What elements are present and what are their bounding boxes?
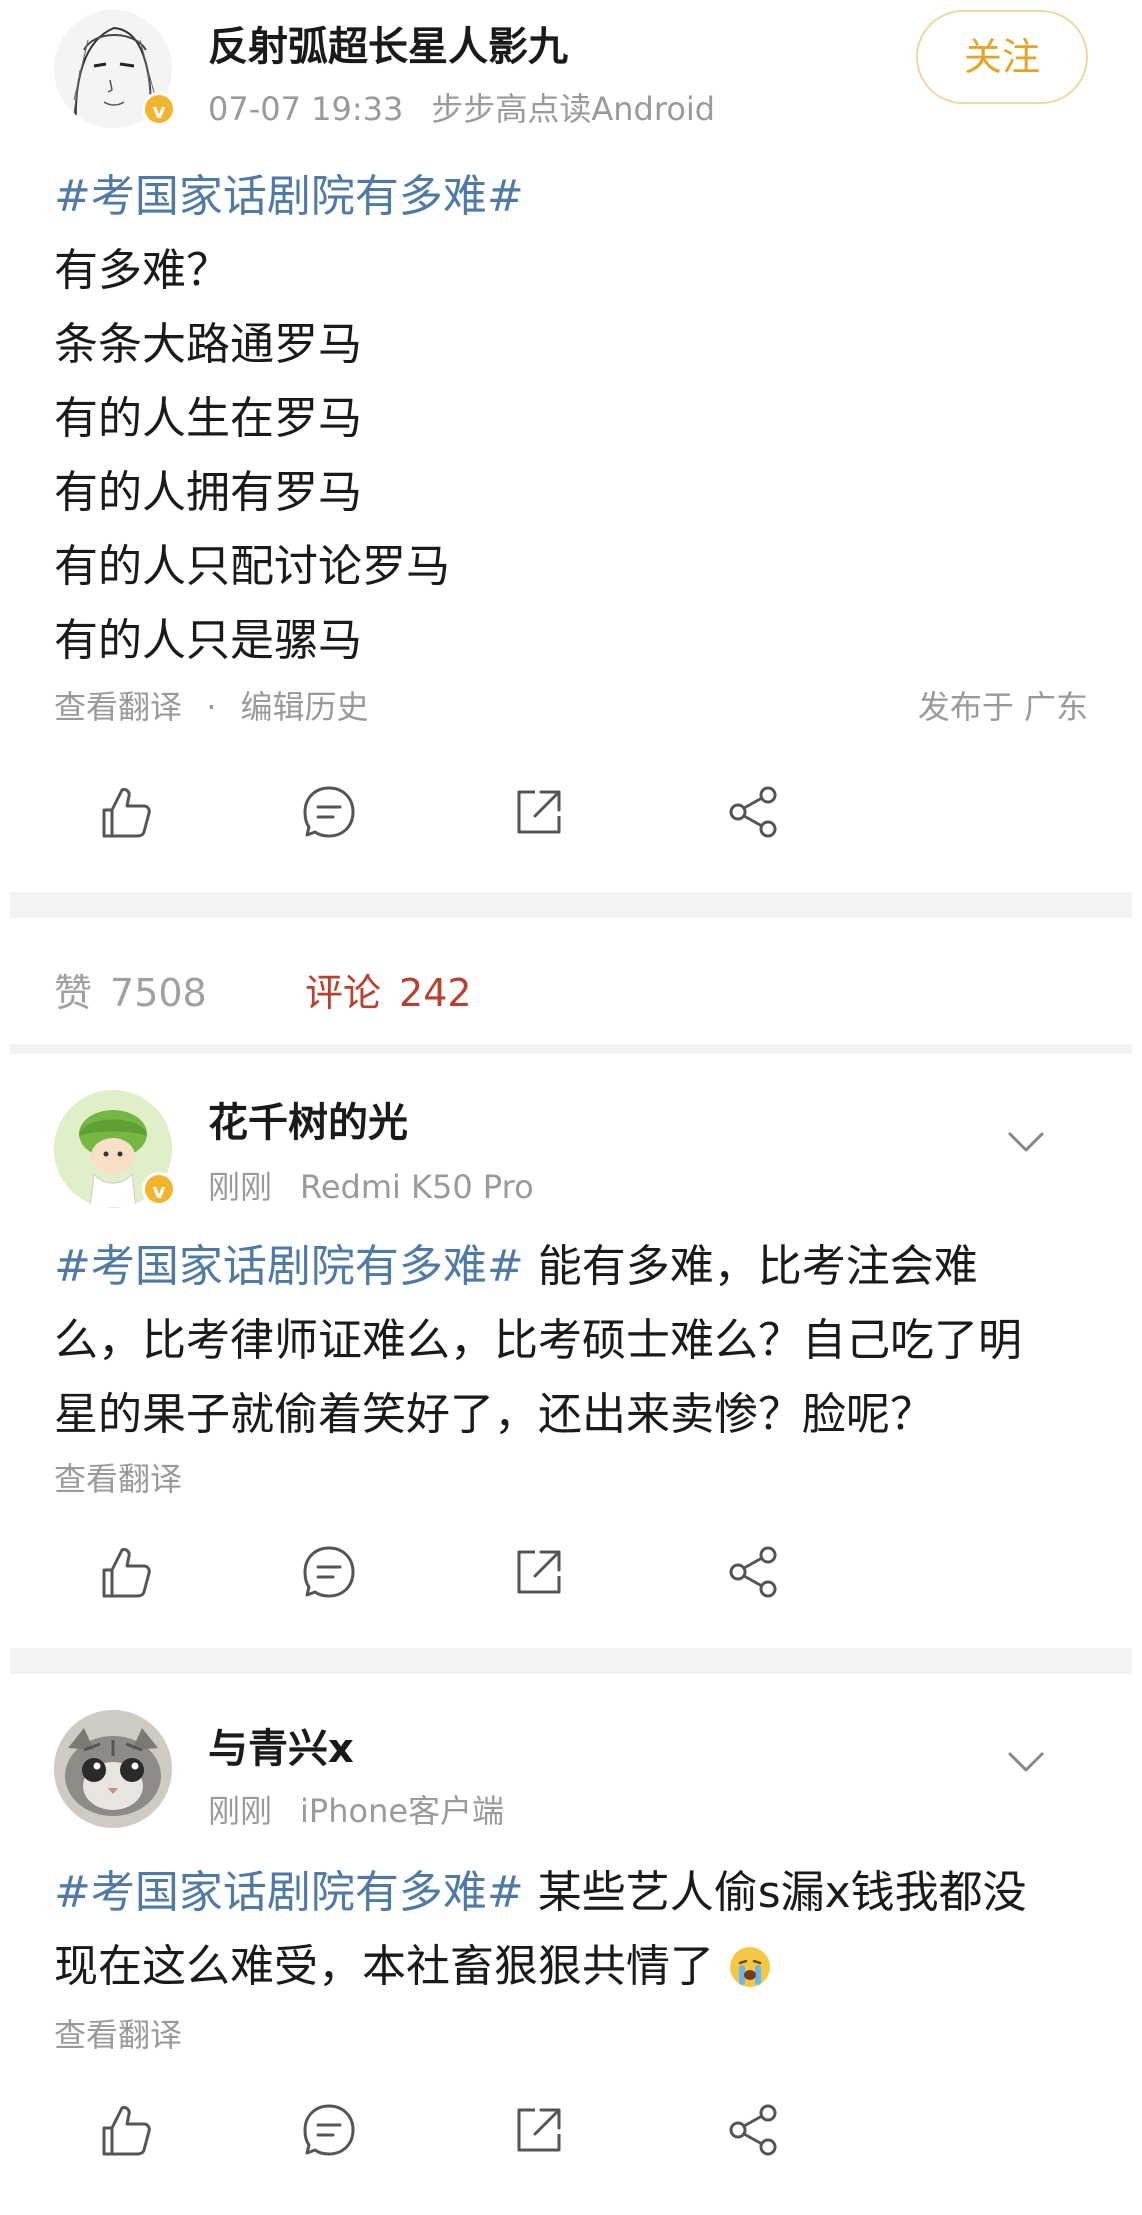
like-icon[interactable]	[94, 1542, 154, 1602]
section-divider	[10, 1044, 1132, 1054]
post-meta: 07-07 19:33 步步高点读Android	[208, 84, 715, 130]
share-icon[interactable]	[724, 782, 784, 842]
chevron-down-icon[interactable]	[1004, 1740, 1048, 1784]
post-line: 条条大路通罗马	[54, 319, 362, 370]
repost-icon[interactable]	[509, 782, 569, 842]
post-footer: 查看翻译 · 编辑历史 发布于 广东	[54, 682, 1088, 742]
comment-hashtag[interactable]: #考国家话剧院有多难#	[54, 1867, 524, 1918]
comment-card: 与青兴x 刚刚 iPhone客户端 #考国家话剧院有多难# 某些艺人偷s漏x钱我都…	[0, 1700, 1142, 2056]
comment-actions	[54, 1500, 1088, 1648]
share-icon[interactable]	[724, 1542, 784, 1602]
comment-icon[interactable]	[299, 2100, 359, 2160]
comment-username[interactable]: 与青兴x	[208, 1716, 354, 1774]
post-time: 07-07 19:33	[208, 90, 404, 128]
post-content: #考国家话剧院有多难# 有多难？ 条条大路通罗马 有的人生在罗马 有的人拥有罗马…	[54, 160, 1088, 678]
comment-text-line: 星的果子就偷着笑好了，还出来卖惨？脸呢？	[54, 1389, 934, 1440]
post-source: 步步高点读Android	[431, 90, 716, 128]
main-post: v 反射弧超长星人影九 07-07 19:33 步步高点读Android 关注 #…	[0, 0, 1142, 742]
post-line: 有的人生在罗马	[54, 393, 362, 444]
post-line: 有的人只配讨论罗马	[54, 541, 450, 592]
comment-username[interactable]: 花千树的光	[208, 1090, 408, 1148]
post-line: 有的人拥有罗马	[54, 467, 362, 518]
comment-icon[interactable]	[299, 782, 359, 842]
likes-label: 赞	[54, 971, 93, 1015]
comments-count: 242	[399, 971, 472, 1015]
likes-tab[interactable]: 赞 7508	[54, 962, 207, 1017]
comment-meta: 刚刚 Redmi K50 Pro	[208, 1162, 534, 1208]
post-header: v 反射弧超长星人影九 07-07 19:33 步步高点读Android 关注	[54, 0, 1088, 140]
post-username[interactable]: 反射弧超长星人影九	[208, 14, 568, 72]
section-divider	[10, 1648, 1132, 1674]
comment-time: 刚刚	[208, 1168, 273, 1206]
likes-count: 7508	[110, 971, 207, 1015]
edit-history-link[interactable]: 编辑历史	[241, 688, 369, 726]
comment-header: v 花千树的光 刚刚 Redmi K50 Pro	[54, 1080, 1088, 1230]
comment-text-line: 么，比考律师证难么，比考硕士难么？自己吃了明	[54, 1315, 1022, 1366]
comment-header: 与青兴x 刚刚 iPhone客户端	[54, 1700, 1088, 1856]
post-actions	[54, 742, 1088, 892]
comments-tab[interactable]: 评论 242	[305, 962, 472, 1017]
share-icon[interactable]	[724, 2100, 784, 2160]
like-icon[interactable]	[94, 782, 154, 842]
comment-text-part: 能有多难，比考注会难	[523, 1241, 978, 1292]
repost-icon[interactable]	[509, 1542, 569, 1602]
comment-hashtag[interactable]: #考国家话剧院有多难#	[54, 1241, 524, 1292]
post-line: 有的人只是骡马	[54, 615, 362, 666]
comment-actions	[54, 2056, 1088, 2166]
post-line: 有多难？	[54, 245, 230, 296]
chevron-down-icon[interactable]	[1004, 1120, 1048, 1164]
section-divider	[10, 892, 1132, 918]
comments-label: 评论	[305, 971, 382, 1015]
comment-time: 刚刚	[208, 1792, 273, 1830]
translate-link[interactable]: 查看翻译	[54, 688, 182, 726]
separator: ·	[206, 688, 217, 726]
comment-icon[interactable]	[299, 1542, 359, 1602]
comment-card: v 花千树的光 刚刚 Redmi K50 Pro #考国家话剧院有多难# 能有多难…	[0, 1080, 1142, 1500]
verified-badge-icon: v	[142, 1172, 176, 1206]
comment-text-line: 现在这么难受，本社畜狠狠共情了	[54, 1941, 714, 1992]
comment-device: Redmi K50 Pro	[300, 1168, 534, 1206]
post-hashtag[interactable]: #考国家话剧院有多难#	[54, 160, 1088, 234]
cat-avatar-icon	[54, 1710, 172, 1828]
translate-link[interactable]: 查看翻译	[54, 1454, 1088, 1500]
comment-device: iPhone客户端	[300, 1792, 505, 1830]
translate-link[interactable]: 查看翻译	[54, 2010, 1088, 2056]
follow-button[interactable]: 关注	[916, 10, 1088, 104]
comment-text: #考国家话剧院有多难# 某些艺人偷s漏x钱我都没 现在这么难受，本社畜狠狠共情了	[54, 1856, 1088, 2004]
comment-text-part: 某些艺人偷s漏x钱我都没	[523, 1867, 1027, 1918]
stats-bar: 赞 7508 评论 242	[0, 918, 1142, 1044]
like-icon[interactable]	[94, 2100, 154, 2160]
comment-meta: 刚刚 iPhone客户端	[208, 1786, 504, 1832]
crying-emoji-icon	[730, 1947, 770, 1987]
avatar[interactable]	[54, 1710, 172, 1828]
comment-text: #考国家话剧院有多难# 能有多难，比考注会难 么，比考律师证难么，比考硕士难么？…	[54, 1230, 1088, 1452]
verified-badge-icon: v	[142, 92, 176, 126]
post-location: 发布于 广东	[917, 688, 1088, 726]
repost-icon[interactable]	[509, 2100, 569, 2160]
